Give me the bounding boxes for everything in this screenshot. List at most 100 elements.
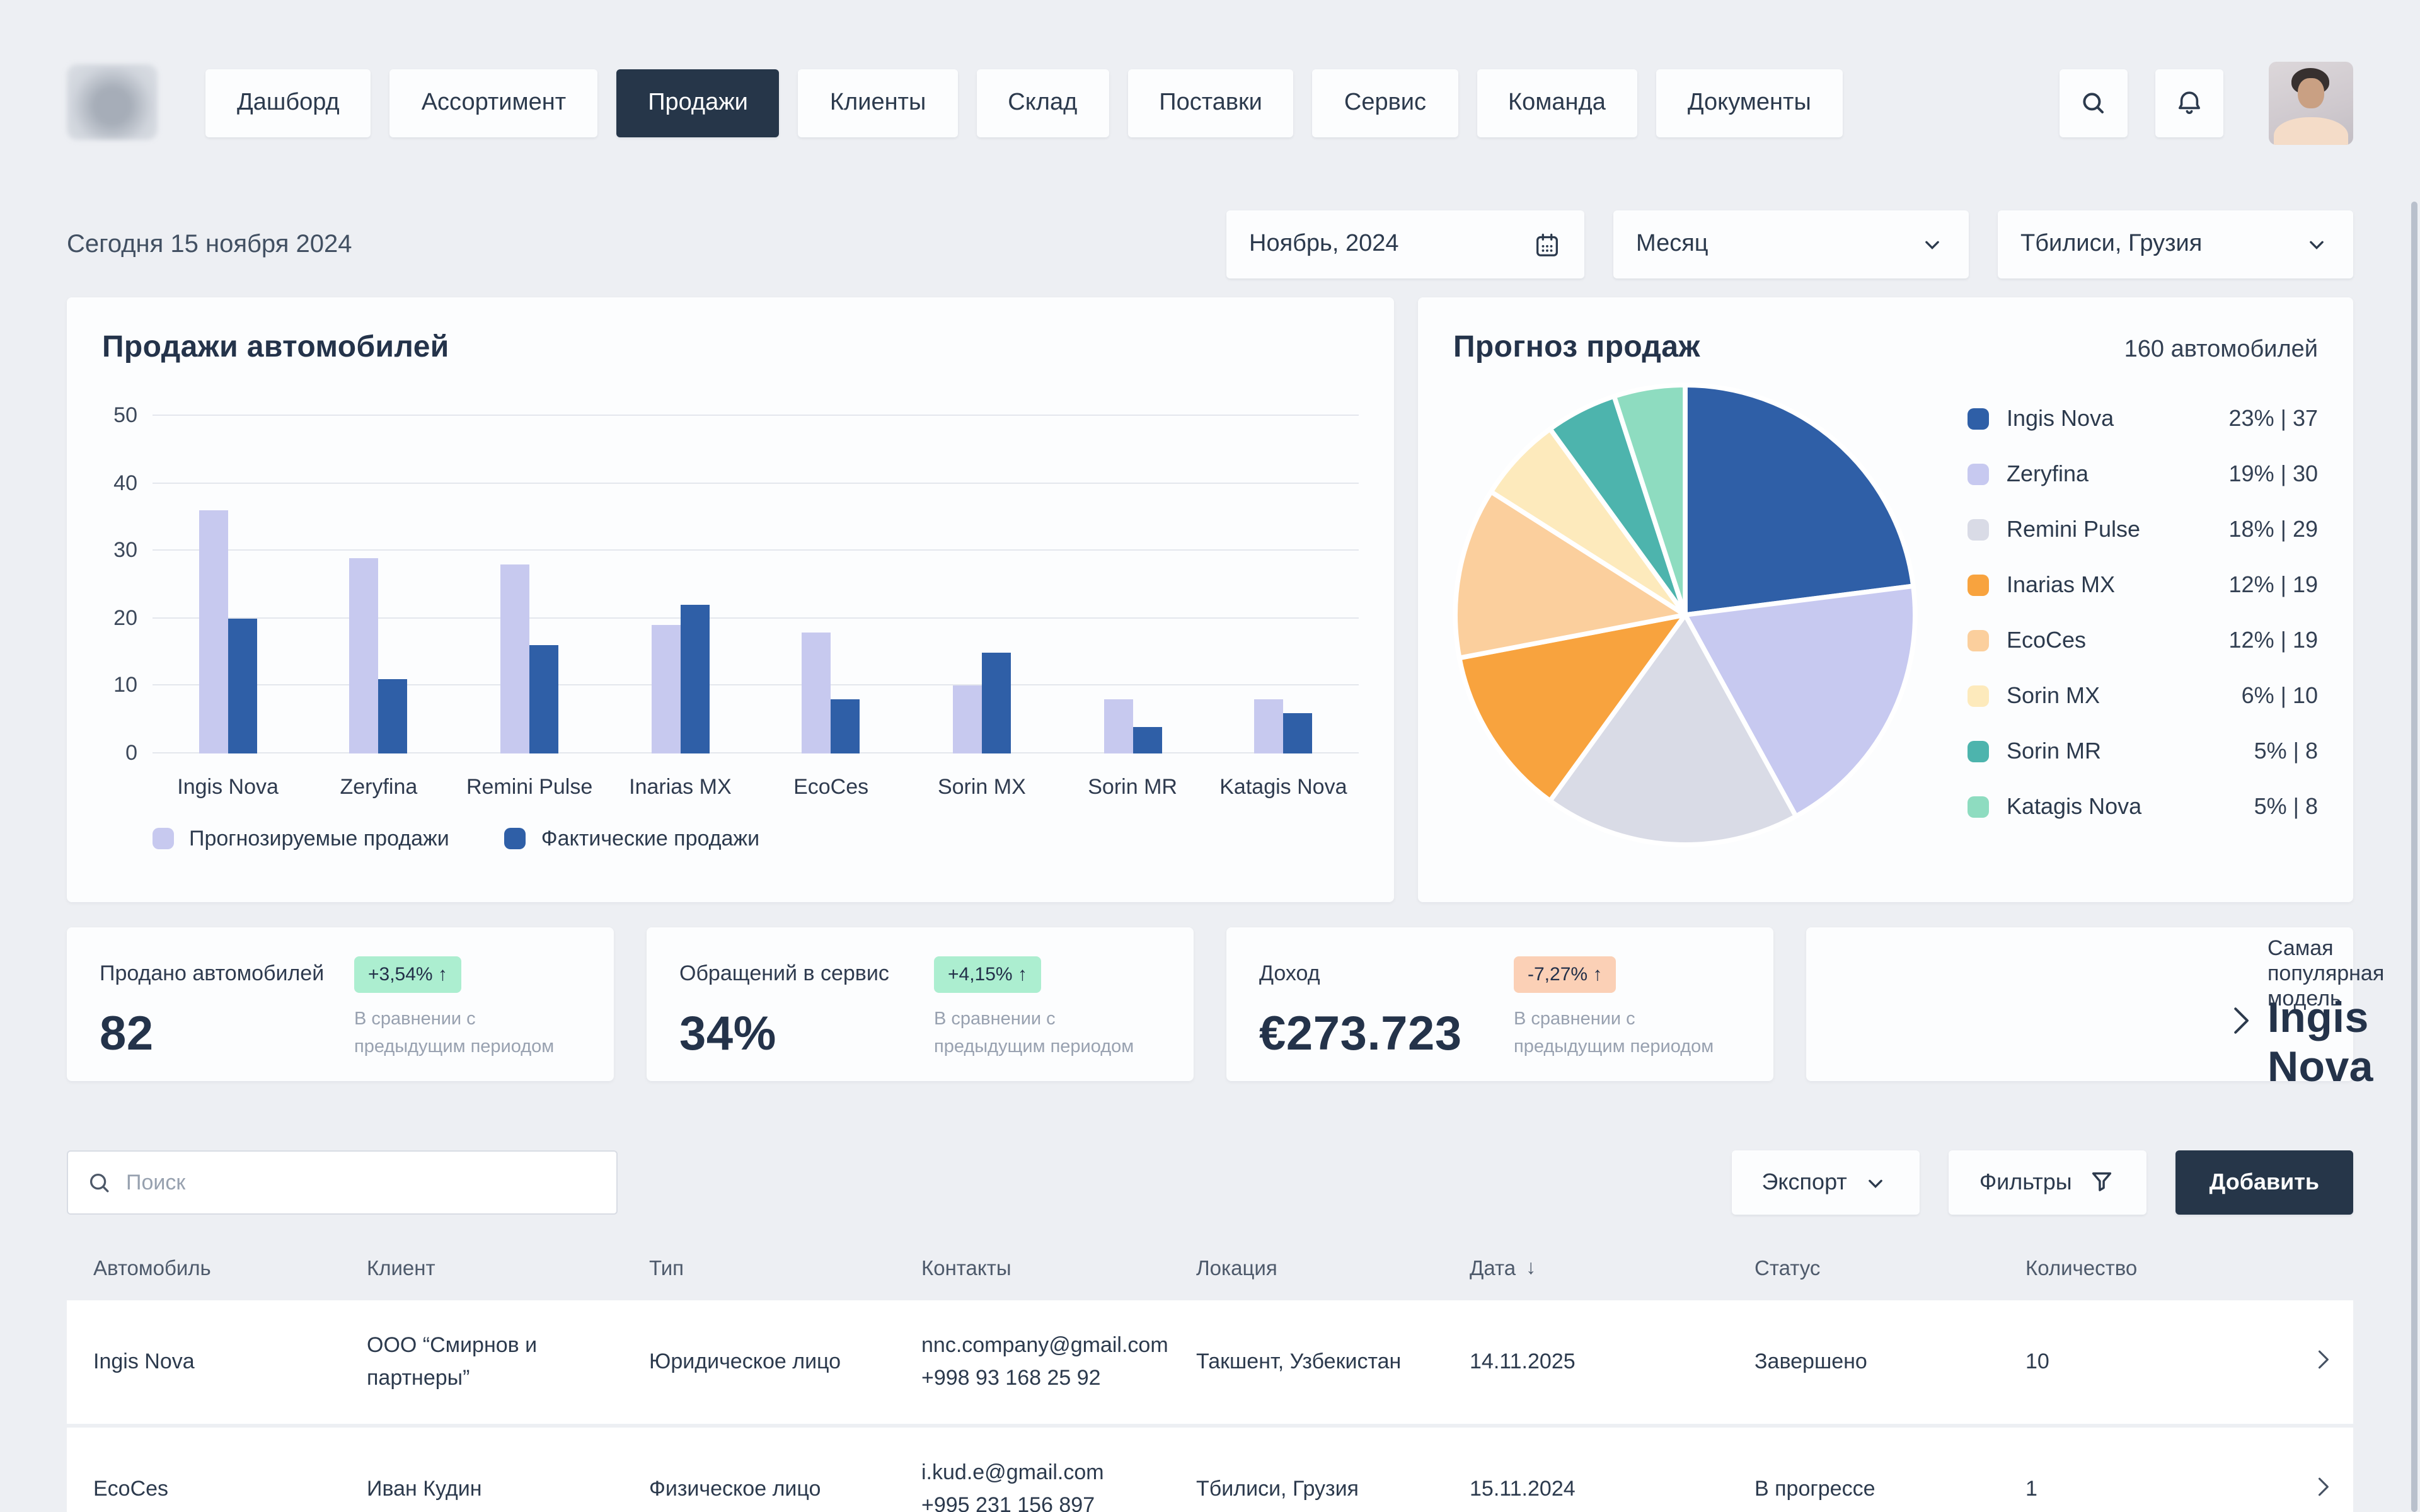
- stat-card-самая-популярная-модель[interactable]: Самая популярная модельIngis Nova: [1806, 927, 2353, 1081]
- y-tick-40: 40: [113, 471, 137, 496]
- location-cell: Тбилиси, Грузия: [1196, 1473, 1470, 1506]
- nav-tab-документы[interactable]: Документы: [1656, 69, 1843, 137]
- bar-фактические-продажи-ecoces: [831, 699, 860, 753]
- pie-header: Прогноз продаж 160 автомобилей: [1453, 330, 2318, 365]
- legend-label: Прогнозируемые продажи: [189, 826, 449, 851]
- table-row-ingis-nova[interactable]: Ingis NovaООО “Смирнов и партнеры”Юридич…: [67, 1300, 2353, 1424]
- sales-dashboard: Дашборд Ассортимент Продажи Клиенты Склад Пос…: [0, 0, 2420, 1512]
- filter-funnel-icon: [2087, 1168, 2116, 1197]
- period-select[interactable]: Месяц: [1613, 210, 1969, 278]
- pie-slice-ingis-nova: [1685, 385, 1913, 615]
- nav-tab-дашборд[interactable]: Дашборд: [205, 69, 371, 137]
- stat-label: Обращений в сервис: [679, 961, 926, 987]
- pie-legend-row-remini-pulse: Remini Pulse18% | 29: [1968, 517, 2318, 543]
- bar-фактические-продажи-sorin-mx: [982, 652, 1011, 753]
- legend-swatch: [153, 828, 174, 849]
- location-select[interactable]: Тбилиси, Грузия: [1998, 210, 2353, 278]
- column-header-количество[interactable]: Количество: [2025, 1257, 2293, 1281]
- add-button-label: Добавить: [2210, 1169, 2319, 1196]
- stat-value: €273.723: [1259, 1008, 1506, 1062]
- status-cell: Завершено: [1754, 1346, 2025, 1379]
- table-actions: Экспорт Фильтры Добавить: [1732, 1150, 2353, 1215]
- column-header-label: Количество: [2025, 1257, 2137, 1281]
- nav-tabs: Дашборд Ассортимент Продажи Клиенты Склад Пос…: [205, 69, 1843, 137]
- column-header-локация[interactable]: Локация: [1196, 1257, 1470, 1281]
- bar-прогнозируемые-продажи-sorin-mx: [953, 686, 982, 753]
- column-header-контакты[interactable]: Контакты: [921, 1257, 1196, 1281]
- notifications-button[interactable]: [2155, 69, 2223, 137]
- export-button-label: Экспорт: [1762, 1169, 1847, 1196]
- contacts-cell: nnc.company@gmail.com +998 93 168 25 92: [921, 1329, 1196, 1395]
- nav-tab-поставки[interactable]: Поставки: [1127, 69, 1294, 137]
- pie-legend-value: 12% | 19: [2229, 572, 2318, 598]
- nav-tab-команда[interactable]: Команда: [1477, 69, 1637, 137]
- chevron-right-icon[interactable]: [2309, 1472, 2337, 1506]
- qty-cell: 1: [2025, 1473, 2293, 1506]
- avatar[interactable]: [2269, 62, 2353, 145]
- legend-label: Фактические продажи: [541, 826, 759, 851]
- nav-tab-продажи[interactable]: Продажи: [616, 69, 780, 137]
- search-input[interactable]: [126, 1170, 599, 1195]
- month-picker[interactable]: Ноябрь, 2024: [1226, 210, 1584, 278]
- search-input-wrapper: [67, 1150, 618, 1215]
- search-button[interactable]: [2060, 69, 2128, 137]
- column-header-label: Статус: [1754, 1257, 1820, 1281]
- y-tick-20: 20: [113, 606, 137, 631]
- chevron-down-icon: [1918, 231, 1946, 258]
- bar-group-katagis-nova: [1214, 416, 1352, 753]
- stat-label: Продано автомобилей: [100, 961, 347, 987]
- car-cell: EcoCes: [93, 1473, 367, 1506]
- column-header-тип[interactable]: Тип: [649, 1257, 921, 1281]
- pie-chart: [1446, 375, 1925, 854]
- legend-swatch: [1968, 630, 1989, 651]
- trend-badge: +4,15% ↑: [934, 956, 1041, 992]
- pie-legend-label: Katagis Nova: [2007, 794, 2237, 820]
- pie-legend-value: 18% | 29: [2229, 517, 2318, 543]
- legend-item-прогнозируемые-продажи: Прогнозируемые продажи: [153, 826, 449, 851]
- filters-button[interactable]: Фильтры: [1949, 1150, 2146, 1215]
- column-header-label: Тип: [649, 1257, 684, 1281]
- stat-card-продано-автомобилей: Продано автомобилей+3,54% ↑82В сравнении…: [67, 927, 614, 1081]
- bar-group-zeryfina: [309, 416, 448, 753]
- category-label-sorin-mr: Sorin MR: [1063, 771, 1202, 803]
- table-row-ecoces[interactable]: EcoCesИван КудинФизическое лицоi.kud.e@g…: [67, 1428, 2353, 1512]
- type-cell: Юридическое лицо: [649, 1346, 921, 1379]
- logo: [67, 64, 158, 139]
- pie-legend-value: 5% | 8: [2254, 738, 2318, 765]
- trend-badge: +3,54% ↑: [354, 956, 461, 992]
- pie-total-label: 160 автомобилей: [2124, 336, 2318, 364]
- table-header: АвтомобильКлиентТип Контакты ЛокацияДата↓С…: [67, 1241, 2353, 1297]
- nav-tab-клиенты[interactable]: Клиенты: [798, 69, 957, 137]
- stat-note: В сравнении с предыдущим периодом: [934, 1005, 1161, 1062]
- chevron-right-icon[interactable]: [2222, 1001, 2260, 1045]
- bar-прогнозируемые-продажи-ingis-nova: [199, 510, 228, 753]
- column-header-статус[interactable]: Статус: [1754, 1257, 2025, 1281]
- stat-card-доход: Доход-7,27% ↑€273.723В сравнении с преды…: [1226, 927, 1773, 1081]
- legend-swatch: [1968, 519, 1989, 541]
- column-header-клиент[interactable]: Клиент: [367, 1257, 649, 1281]
- stat-value: 82: [100, 1008, 347, 1062]
- export-button[interactable]: Экспорт: [1732, 1150, 1920, 1215]
- pie-legend-row-katagis-nova: Katagis Nova5% | 8: [1968, 794, 2318, 820]
- client-cell: ООО “Смирнов и партнеры”: [367, 1329, 649, 1395]
- search-icon: [86, 1169, 113, 1196]
- legend-swatch: [1968, 685, 1989, 707]
- nav-tab-склад[interactable]: Склад: [976, 69, 1109, 137]
- nav-tab-ассортимент[interactable]: Ассортимент: [390, 69, 598, 137]
- column-header-автомобиль[interactable]: Автомобиль: [93, 1257, 367, 1281]
- bar-group-inarias-mx: [611, 416, 749, 753]
- legend-swatch: [505, 828, 526, 849]
- nav-tab-сервис[interactable]: Сервис: [1313, 69, 1458, 137]
- scrollbar-thumb[interactable]: [2411, 202, 2417, 1512]
- y-tick-30: 30: [113, 538, 137, 563]
- table-body: Ingis NovaООО “Смирнов и партнеры”Юридич…: [67, 1300, 2353, 1512]
- column-header-дата[interactable]: Дата↓: [1470, 1257, 1754, 1281]
- y-tick-10: 10: [113, 673, 137, 699]
- search-icon: [2078, 88, 2109, 118]
- period-select-value: Месяц: [1636, 231, 1708, 258]
- add-button[interactable]: Добавить: [2175, 1150, 2353, 1215]
- column-header-label: Контакты: [921, 1257, 1011, 1281]
- pie-chart-title: Прогноз продаж: [1453, 330, 1700, 365]
- charts-row: Продажи автомобилей 01020304050 Ingis No…: [67, 297, 2353, 902]
- chevron-right-icon[interactable]: [2309, 1345, 2337, 1379]
